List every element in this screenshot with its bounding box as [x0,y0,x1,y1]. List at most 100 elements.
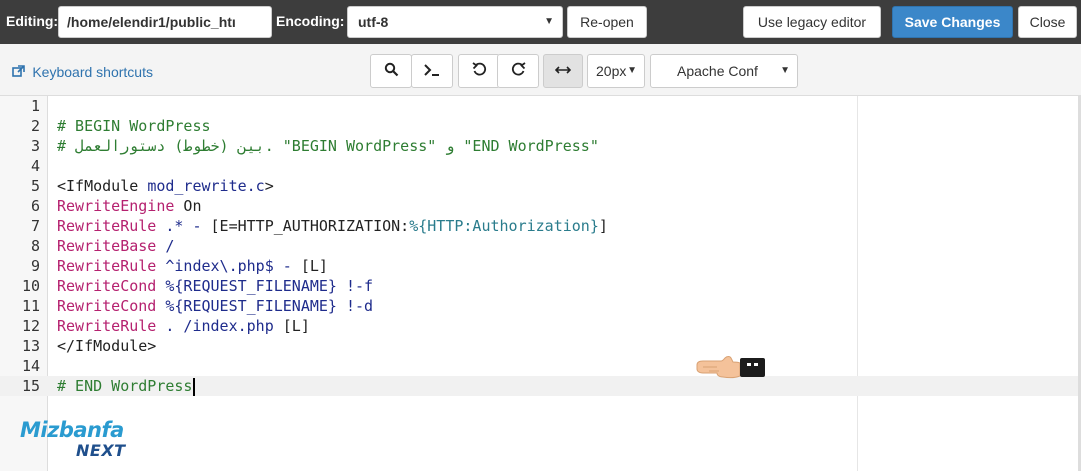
line-number: 1 [30,97,40,115]
line-number: 13 [21,337,40,355]
code-token: RewriteCond [57,297,157,315]
line-content: # بين (خطوط) دستورالعمل. "BEGIN WordPres… [57,136,599,156]
line-number: 10 [21,277,40,295]
chevron-down-icon: ▼ [780,65,790,76]
logo-subtext: NEXT [76,441,126,460]
goto-line-button[interactable] [411,54,453,88]
code-token: # بين (خطوط) دستورالعمل. "BEGIN WordPres… [57,137,599,155]
code-token: RewriteRule [57,317,157,335]
code-token: </IfModule> [57,337,157,355]
line-content: RewriteRule ^index\.php$ - [L] [57,256,328,276]
code-line[interactable]: 2 # BEGIN WordPress [0,116,1078,136]
hand-pointer-icon [696,356,765,379]
file-path-field[interactable]: /home/elendir1/public_htı [58,6,272,38]
code-token: RewriteRule [57,217,157,235]
editing-label: Editing: [6,13,59,29]
search-button[interactable] [370,54,412,88]
code-line[interactable]: 8 RewriteBase / [0,236,1078,256]
line-content: RewriteCond %{REQUEST_FILENAME} !-d [57,296,373,316]
keyboard-shortcuts-label: Keyboard shortcuts [32,64,153,80]
encoding-value: utf-8 [358,14,389,30]
top-toolbar: Editing: /home/elendir1/public_htı Encod… [0,0,1081,44]
text-cursor [193,377,196,396]
mode-select[interactable]: Apache Conf ▼ [650,54,798,88]
wrap-toggle-button[interactable] [543,54,583,88]
legacy-editor-button[interactable]: Use legacy editor [743,6,881,38]
code-token: <IfModule [57,177,148,195]
code-token: [E=HTTP_AUTHORIZATION: [210,217,410,235]
font-size-value: 20px [596,63,627,79]
code-line[interactable]: 7 RewriteRule .* - [E=HTTP_AUTHORIZATION:… [0,216,1078,236]
code-token: ^index\.php$ - [156,257,301,275]
line-content: RewriteCond %{REQUEST_FILENAME} !-f [57,276,373,296]
line-content: RewriteBase / [57,236,174,256]
code-line[interactable]: 14 [0,356,1078,376]
line-number: 2 [30,117,40,135]
line-number: 3 [30,137,40,155]
code-token: %{HTTP:Authorization} [409,217,599,235]
chevron-down-icon: ▼ [627,65,637,76]
code-token: On [174,197,202,215]
external-link-icon [12,65,28,80]
close-button[interactable]: Close [1018,6,1077,38]
code-line[interactable]: 5 <IfModule mod_rewrite.c> [0,176,1078,196]
code-line[interactable]: 9 RewriteRule ^index\.php$ - [L] [0,256,1078,276]
reopen-button[interactable]: Re-open [567,6,647,38]
code-token: mod_rewrite.c [147,177,265,195]
undo-button[interactable] [458,54,500,88]
code-token: [L] [282,317,310,335]
code-token: %{REQUEST_FILENAME} !-d [156,297,374,315]
code-token: # BEGIN WordPress [57,117,211,135]
line-number: 8 [30,237,40,255]
code-token: RewriteBase [57,237,157,255]
code-token: [L] [300,257,328,275]
chevron-down-icon: ▼ [544,16,554,27]
code-token: RewriteRule [57,257,157,275]
editor-toolbar: Keyboard shortcuts 20px ▼ Apache Conf ▼ [0,44,1081,96]
line-content: # BEGIN WordPress [57,116,211,136]
code-line[interactable]: 13 </IfModule> [0,336,1078,356]
save-changes-button[interactable]: Save Changes [892,6,1013,38]
line-number: 9 [30,257,40,275]
code-line[interactable]: 6 RewriteEngine On [0,196,1078,216]
code-token: ] [598,217,608,235]
line-content: <IfModule mod_rewrite.c> [57,176,274,196]
encoding-select[interactable]: utf-8 ▼ [347,6,563,38]
code-line[interactable]: 4 [0,156,1078,176]
mode-value: Apache Conf [677,63,758,79]
redo-icon [511,62,526,79]
code-token: .* - [156,217,211,235]
line-number: 4 [30,157,40,175]
mizbanfa-logo: Mizbanfa NEXT [20,418,140,464]
code-token: RewriteCond [57,277,157,295]
keyboard-shortcuts-link[interactable]: Keyboard shortcuts [12,64,153,80]
line-content: RewriteEngine On [57,196,202,216]
code-editor[interactable]: 1 2 # BEGIN WordPress 3 # بين (خطوط) دستورال… [0,96,1081,471]
code-line[interactable]: 3 # بين (خطوط) دستورالعمل. "BEGIN WordPre… [0,136,1078,156]
line-number: 11 [21,297,40,315]
code-line[interactable]: 11 RewriteCond %{REQUEST_FILENAME} !-d [0,296,1078,316]
line-content: RewriteRule .* - [E=HTTP_AUTHORIZATION:%… [57,216,608,236]
code-line[interactable]: 1 [0,96,1078,116]
encoding-label: Encoding: [276,13,345,29]
logo-text: Mizbanfa [20,418,124,442]
undo-icon [471,62,487,79]
line-number: 12 [21,317,40,335]
code-token: / [156,237,175,255]
arrows-horizontal-icon [554,62,572,79]
code-token: # END WordPress [57,377,193,395]
line-number: 7 [30,217,40,235]
code-line[interactable]: 15 # END WordPress [0,376,1078,396]
code-line[interactable]: 10 RewriteCond %{REQUEST_FILENAME} !-f [0,276,1078,296]
line-number: 5 [30,177,40,195]
line-content: # END WordPress [57,376,196,396]
redo-button[interactable] [497,54,539,88]
code-token: RewriteEngine [57,197,175,215]
code-token: %{REQUEST_FILENAME} !-f [156,277,374,295]
line-number: 14 [21,357,40,375]
code-line[interactable]: 12 RewriteRule . /index.php [L] [0,316,1078,336]
font-size-select[interactable]: 20px ▼ [587,54,645,88]
line-content: RewriteRule . /index.php [L] [57,316,310,336]
line-content: </IfModule> [57,336,156,356]
code-token: > [264,177,274,195]
